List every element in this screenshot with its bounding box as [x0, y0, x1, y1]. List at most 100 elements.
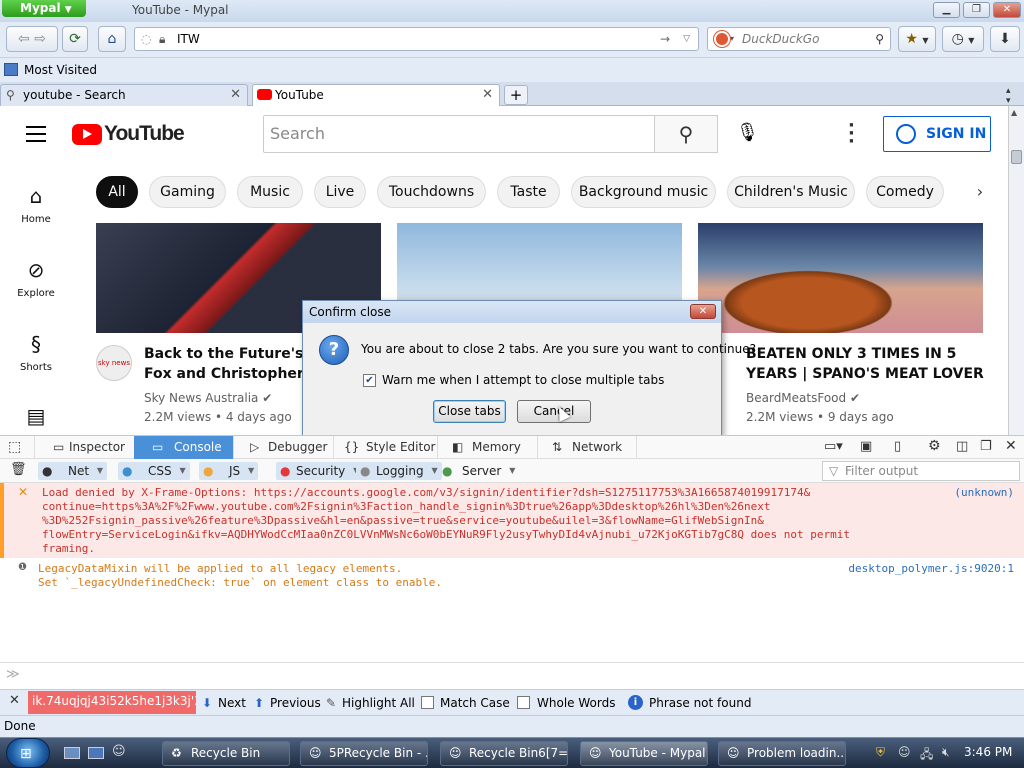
clock[interactable]: 3:46 PM — [964, 745, 1012, 759]
trash-clear-icon[interactable]: 🗑︎ — [10, 462, 27, 477]
tab-youtube-search[interactable]: ⚲ youtube - Search ✕ — [0, 84, 248, 106]
settings-gear-icon[interactable]: ⚙ — [928, 438, 941, 454]
site-identity-icon[interactable]: ◌ — [141, 28, 151, 50]
warn-checkbox[interactable]: ✔ — [363, 374, 376, 387]
channel-name[interactable]: BeardMeatsFood ✔ — [746, 391, 860, 405]
url-dropdown-icon[interactable]: ▽ — [683, 28, 690, 50]
youtube-search-button[interactable]: ⚲ — [654, 115, 718, 153]
tab-memory[interactable]: ◧ Memory — [437, 436, 537, 459]
element-picker-icon[interactable]: ⬚ — [8, 439, 21, 455]
taskbar-item-youtube-mypal[interactable]: ☺ YouTube - Mypal — [580, 741, 708, 766]
scroll-up-icon[interactable]: ▲ — [1011, 108, 1017, 117]
chip-comedy[interactable]: Comedy — [866, 176, 944, 208]
taskbar-item-problem-loading[interactable]: ☺ Problem loadin... — [718, 741, 846, 766]
chip-music[interactable]: Music — [237, 176, 303, 208]
more-options-icon[interactable]: · · · — [848, 117, 855, 151]
filter-server[interactable]: ● Server ▼ — [438, 462, 519, 480]
page-scrollbar[interactable]: ▲ — [1008, 106, 1024, 435]
history-button[interactable]: ◷ ▼ — [942, 26, 984, 52]
split-console-icon[interactable]: ▭▾ — [824, 439, 843, 454]
tab-console[interactable]: ▭ Console — [134, 436, 233, 459]
separate-window-icon[interactable]: ❐ — [980, 439, 992, 454]
taskbar-item-recycle-bin6[interactable]: ☺ Recycle Bin6[7=... — [440, 741, 568, 766]
close-tab-icon[interactable]: ✕ — [230, 85, 241, 105]
downloads-button[interactable]: ⬇ — [990, 26, 1020, 52]
switch-windows-icon[interactable] — [88, 747, 104, 759]
url-text[interactable]: ITW — [177, 32, 200, 46]
tab-inspector[interactable]: ▭ Inspector — [34, 436, 134, 459]
most-visited-bookmark[interactable]: Most Visited — [4, 62, 97, 80]
tab-network[interactable]: ⇅ Network — [537, 436, 637, 459]
match-case-checkbox[interactable] — [421, 696, 434, 709]
app-tray-icon[interactable]: ☺ — [898, 745, 911, 759]
close-window-button[interactable]: ✕ — [993, 2, 1021, 18]
go-arrow-icon[interactable]: → — [660, 28, 670, 50]
dock-side-icon[interactable]: ◫ — [956, 439, 968, 454]
tab-debugger[interactable]: ▷ Debugger — [233, 436, 333, 459]
video-title[interactable]: BEATEN ONLY 3 TIMES IN 5 YEARS | SPANO'S … — [746, 344, 986, 384]
search-icon[interactable]: ⚲ — [875, 28, 884, 50]
minimize-button[interactable]: ▁ — [933, 2, 960, 18]
subscriptions-icon[interactable]: ▤ — [0, 404, 72, 434]
reload-button[interactable]: ⟳ — [62, 26, 88, 52]
sign-in-button[interactable]: SIGN IN — [883, 116, 991, 152]
maximize-button[interactable]: ❐ — [963, 2, 990, 18]
highlight-all-button[interactable]: ✎ Highlight All — [324, 694, 415, 712]
scroll-thumb[interactable] — [1011, 150, 1022, 164]
url-bar[interactable]: ◌ 🔒︎ ITW → ▽ — [134, 27, 699, 51]
chip-childrens-music[interactable]: Children's Music — [727, 176, 855, 208]
home-button[interactable]: ⌂ — [98, 26, 126, 52]
video-title[interactable]: Back to the Future's Mich Fox and Christo… — [144, 344, 304, 384]
whole-words-checkbox[interactable] — [517, 696, 530, 709]
back-forward-buttons[interactable]: ⇦ ⇨ — [6, 26, 58, 52]
find-next-button[interactable]: ⬇ Next — [200, 694, 246, 712]
youtube-search-input[interactable]: Search — [263, 115, 655, 153]
taskbar-item-5precycle-bin[interactable]: ☺ 5PRecycle Bin - ... — [300, 741, 428, 766]
hamburger-menu-icon[interactable] — [26, 126, 46, 142]
responsive-mode-icon[interactable]: ▣ — [860, 439, 872, 454]
screenshot-icon[interactable]: ▯ — [894, 439, 901, 454]
microphone-icon[interactable]: 🎙︎ — [736, 122, 759, 146]
back-arrow-icon[interactable]: ⇦ — [18, 31, 30, 47]
filter-net[interactable]: ● Net ▼ — [38, 462, 108, 480]
taskbar-item-recycle-bin[interactable]: ♻ Recycle Bin — [162, 741, 290, 766]
chip-gaming[interactable]: Gaming — [149, 176, 226, 208]
sidebar-item-explore[interactable]: ⊘ Explore — [0, 258, 72, 299]
filter-logging[interactable]: ● Logging ▼ — [356, 462, 442, 480]
show-desktop-icon[interactable] — [64, 747, 80, 759]
console-input[interactable]: ≫ — [0, 662, 1024, 689]
message-source-link[interactable]: (unknown) — [954, 486, 1014, 499]
chevron-right-icon[interactable]: › — [960, 182, 1000, 206]
message-source-link[interactable]: desktop_polymer.js:9020:1 — [848, 562, 1014, 575]
chip-taste[interactable]: Taste — [497, 176, 560, 208]
engine-dropdown-icon[interactable]: ▾ — [730, 28, 734, 50]
close-devtools-icon[interactable]: ✕ — [1005, 438, 1017, 454]
filter-css[interactable]: ● CSS ▼ — [118, 462, 190, 480]
chip-background-music[interactable]: Background music — [571, 176, 716, 208]
close-tab-icon[interactable]: ✕ — [482, 85, 493, 105]
channel-name[interactable]: Sky News Australia ✔ — [144, 391, 272, 405]
find-input[interactable]: ik.74uqjqj43i52k5he1j3k3j'35o — [28, 691, 196, 714]
dialog-close-icon[interactable]: ✕ — [690, 304, 716, 319]
tab-list-icon[interactable]: ▴ ▾ — [1006, 86, 1011, 106]
sidebar-item-shorts[interactable]: § Shorts — [0, 332, 72, 373]
app-quicklaunch-icon[interactable]: ☺ — [112, 744, 126, 759]
security-shield-icon[interactable]: ⛨ — [876, 745, 885, 760]
filter-js[interactable]: ● JS ▼ — [199, 462, 259, 480]
filter-output-input[interactable]: ▽ Filter output — [822, 461, 1020, 481]
chip-all[interactable]: All — [96, 176, 138, 208]
network-icon[interactable]: 🖧︎ — [920, 745, 933, 766]
new-tab-button[interactable]: + — [504, 85, 528, 105]
video-thumbnail[interactable] — [698, 223, 983, 333]
tab-style-editor[interactable]: {} Style Editor — [333, 436, 437, 459]
chip-touchdowns[interactable]: Touchdowns — [377, 176, 486, 208]
search-engine-box[interactable]: ▾ DuckDuckGo ⚲ — [707, 27, 891, 51]
duckduckgo-icon[interactable] — [714, 31, 730, 47]
sidebar-item-home[interactable]: ⌂ Home — [0, 184, 72, 225]
channel-avatar[interactable]: sky news — [96, 345, 132, 381]
volume-muted-icon[interactable]: 🔇︎ — [942, 745, 950, 760]
find-previous-button[interactable]: ⬆ Previous — [252, 694, 321, 712]
close-tabs-button[interactable]: Close tabs — [433, 400, 506, 423]
tab-youtube[interactable]: YouTube ✕ — [252, 84, 500, 106]
bookmarks-menu-button[interactable]: ★ ▼ — [898, 26, 936, 52]
